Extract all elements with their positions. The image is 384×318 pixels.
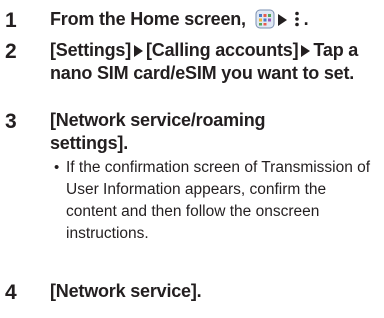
step-text-settings: [Settings]	[50, 40, 131, 60]
step-number: 4	[5, 281, 17, 304]
step-number: 1	[5, 9, 17, 32]
step-text-suffix: .	[303, 9, 309, 29]
bullet: •	[54, 159, 60, 176]
arrow-icon	[134, 44, 143, 57]
more-menu-icon	[294, 10, 300, 33]
step-text-calling-accounts: [Calling accounts]	[146, 40, 299, 60]
step-text-prefix: From the Home screen,	[50, 9, 246, 29]
step-text: [Network service/roaming settings].	[50, 110, 266, 153]
step-number: 2	[5, 40, 17, 63]
step-text: From the Home screen, .	[50, 8, 378, 35]
arrow-icon	[301, 44, 311, 57]
note-text: If the confirmation screen of Transmissi…	[66, 159, 371, 242]
home-app-icon	[255, 9, 275, 35]
arrow-icon	[277, 13, 287, 26]
step-number: 3	[5, 110, 17, 133]
step-text: [Settings] [Calling accounts] Tap a nano S…	[50, 39, 378, 85]
step-text: [Network service].	[50, 281, 202, 301]
